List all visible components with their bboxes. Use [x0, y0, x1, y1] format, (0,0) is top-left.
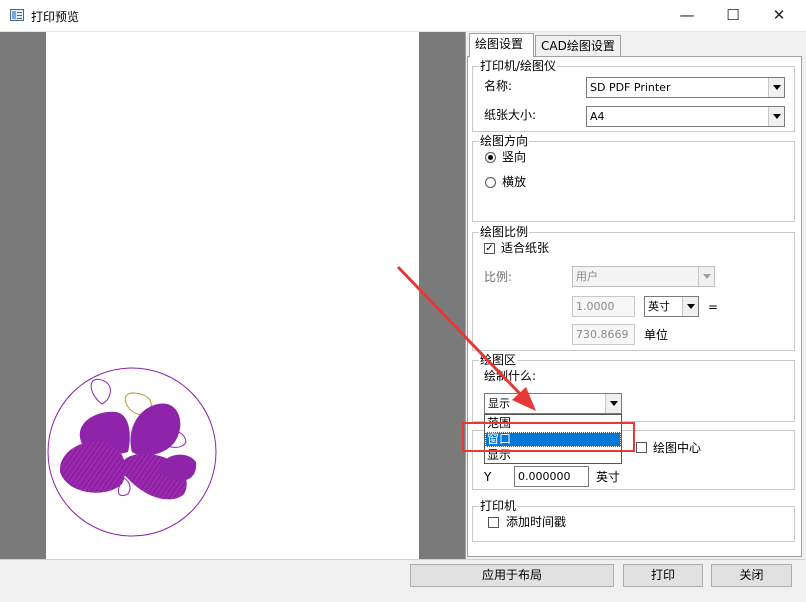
window-title: 打印预览: [31, 10, 80, 24]
chevron-down-icon: [682, 297, 698, 316]
drawing-preview: [47, 367, 217, 537]
print-button[interactable]: 打印: [623, 564, 703, 587]
paper-size-label: 纸张大小:: [484, 108, 537, 122]
tab-cad-plot-settings[interactable]: CAD绘图设置: [535, 35, 621, 57]
scale-units-input[interactable]: 730.8669: [572, 324, 635, 345]
printer-name-value: SD PDF Printer: [590, 81, 671, 94]
equals-sign: =: [708, 300, 719, 314]
ratio-label: 比例:: [484, 270, 513, 284]
drawing-petal-outline: [90, 379, 111, 405]
plot-scale-title: 绘图比例: [479, 225, 530, 239]
y-offset-unit-label: 英寸: [596, 470, 621, 484]
printer-plotter-title: 打印机/绘图仪: [479, 59, 558, 73]
units-label: 单位: [644, 328, 669, 342]
printer-name-label: 名称:: [484, 79, 513, 93]
chevron-down-icon: [605, 394, 621, 413]
ratio-dropdown[interactable]: 用户: [572, 266, 715, 287]
add-timestamp-checkbox[interactable]: [488, 517, 499, 528]
apply-to-layout-button[interactable]: 应用于布局: [410, 564, 614, 587]
minimize-icon[interactable]: —: [664, 0, 710, 32]
maximize-icon[interactable]: ☐: [710, 0, 756, 32]
scale-inches-input[interactable]: 1.0000: [572, 296, 635, 317]
app-icon: [10, 9, 24, 21]
paper-size-value: A4: [590, 110, 605, 123]
fit-to-paper-checkbox[interactable]: [484, 243, 495, 254]
what-to-plot-label: 绘制什么:: [484, 369, 537, 383]
portrait-radio[interactable]: [485, 152, 496, 163]
landscape-label: 横放: [502, 175, 527, 189]
y-offset-input[interactable]: 0.000000: [514, 466, 589, 487]
chevron-down-icon: [698, 267, 714, 286]
plot-area-dropdown[interactable]: 显示: [484, 393, 622, 414]
y-offset-label: Y: [484, 470, 492, 484]
preview-paper: [46, 32, 419, 559]
close-icon[interactable]: ✕: [756, 0, 802, 32]
portrait-label: 竖向: [502, 150, 527, 164]
close-button[interactable]: 关闭: [711, 564, 792, 587]
unit-dropdown[interactable]: 英寸: [644, 296, 699, 317]
orientation-title: 绘图方向: [479, 134, 530, 148]
drawing-petal: [130, 403, 181, 456]
plot-area-title: 绘图区: [479, 353, 518, 367]
landscape-radio[interactable]: [485, 177, 496, 188]
tab-plot-settings[interactable]: 绘图设置: [469, 33, 534, 57]
title-bar: 打印预览 — ☐ ✕: [0, 0, 806, 32]
paper-size-dropdown[interactable]: A4: [586, 106, 785, 127]
plot-area-value: 显示: [488, 397, 510, 410]
fit-to-paper-label: 适合纸张: [501, 241, 550, 255]
unit-value: 英寸: [648, 300, 670, 313]
annotation-highlight-box: [462, 422, 635, 452]
printer-name-dropdown[interactable]: SD PDF Printer: [586, 77, 785, 98]
add-timestamp-label: 添加时间戳: [506, 515, 567, 529]
center-plot-label: 绘图中心: [653, 441, 702, 455]
chevron-down-icon: [768, 107, 784, 126]
ratio-value: 用户: [576, 270, 598, 283]
printer-options-title: 打印机: [479, 499, 518, 513]
center-plot-checkbox[interactable]: [636, 442, 647, 453]
chevron-down-icon: [768, 78, 784, 97]
drawing-petal-hatched: [59, 441, 126, 493]
